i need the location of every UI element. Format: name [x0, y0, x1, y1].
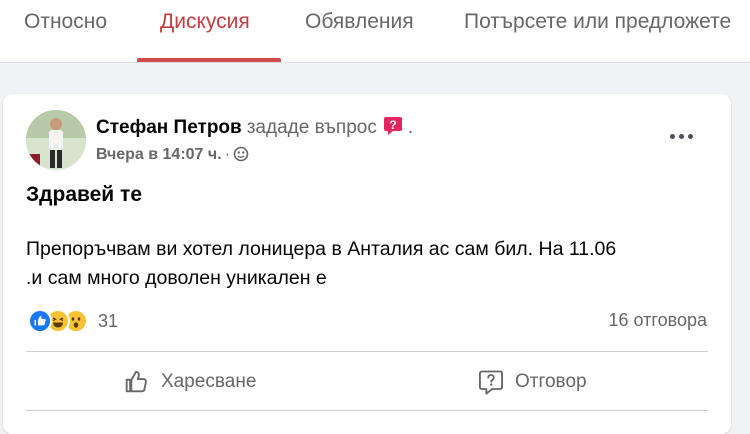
post-timestamp[interactable]: Вчера в 14:07 ч.: [96, 146, 222, 163]
more-options-icon[interactable]: [663, 122, 699, 150]
answer-button[interactable]: Отговор: [477, 362, 587, 402]
avatar[interactable]: [26, 110, 86, 170]
like-reaction-icon: [28, 309, 52, 333]
question-icon: ?: [382, 114, 404, 142]
post-body: Препоръчвам ви хотел лоницера в Анталия …: [26, 238, 617, 289]
post-title: Здравей те: [26, 183, 143, 206]
tab-about[interactable]: Относно: [24, 10, 107, 34]
group-tab-bar: Относно Дискусия Обявления Потърсете или…: [0, 0, 750, 63]
globe-icon: [233, 146, 249, 167]
divider: [26, 410, 708, 411]
header-dot: .: [407, 117, 414, 138]
meta-separator: ·: [224, 146, 230, 163]
reaction-count: 31: [98, 310, 119, 331]
like-button-label: Харесване: [161, 371, 257, 392]
post-action-text: зададе въпрос: [246, 117, 377, 138]
answers-count-link[interactable]: 16 отговора: [609, 310, 707, 331]
svg-text:?: ?: [389, 118, 396, 132]
author-name[interactable]: Стефан Петров: [96, 117, 242, 138]
divider: [26, 351, 708, 352]
thumbs-up-icon: [125, 370, 147, 393]
post-header: Стефан Петров зададе въпрос?.: [96, 114, 413, 142]
question-bubble-icon: [478, 370, 504, 395]
tab-discussion[interactable]: Дискусия: [160, 10, 250, 34]
answer-button-label: Отговор: [515, 371, 587, 392]
question-post-card: Стефан Петров зададе въпрос?. Вчера в 14:…: [3, 94, 731, 434]
tab-ask-or-recommend[interactable]: Потърсете или предложете: [464, 10, 731, 34]
reaction-summary[interactable]: 31: [28, 307, 118, 335]
tab-announcements[interactable]: Обявления: [305, 10, 414, 34]
like-button[interactable]: Харесване: [121, 362, 256, 402]
active-tab-indicator: [137, 58, 281, 62]
post-meta: Вчера в 14:07 ч. ·: [96, 146, 249, 167]
